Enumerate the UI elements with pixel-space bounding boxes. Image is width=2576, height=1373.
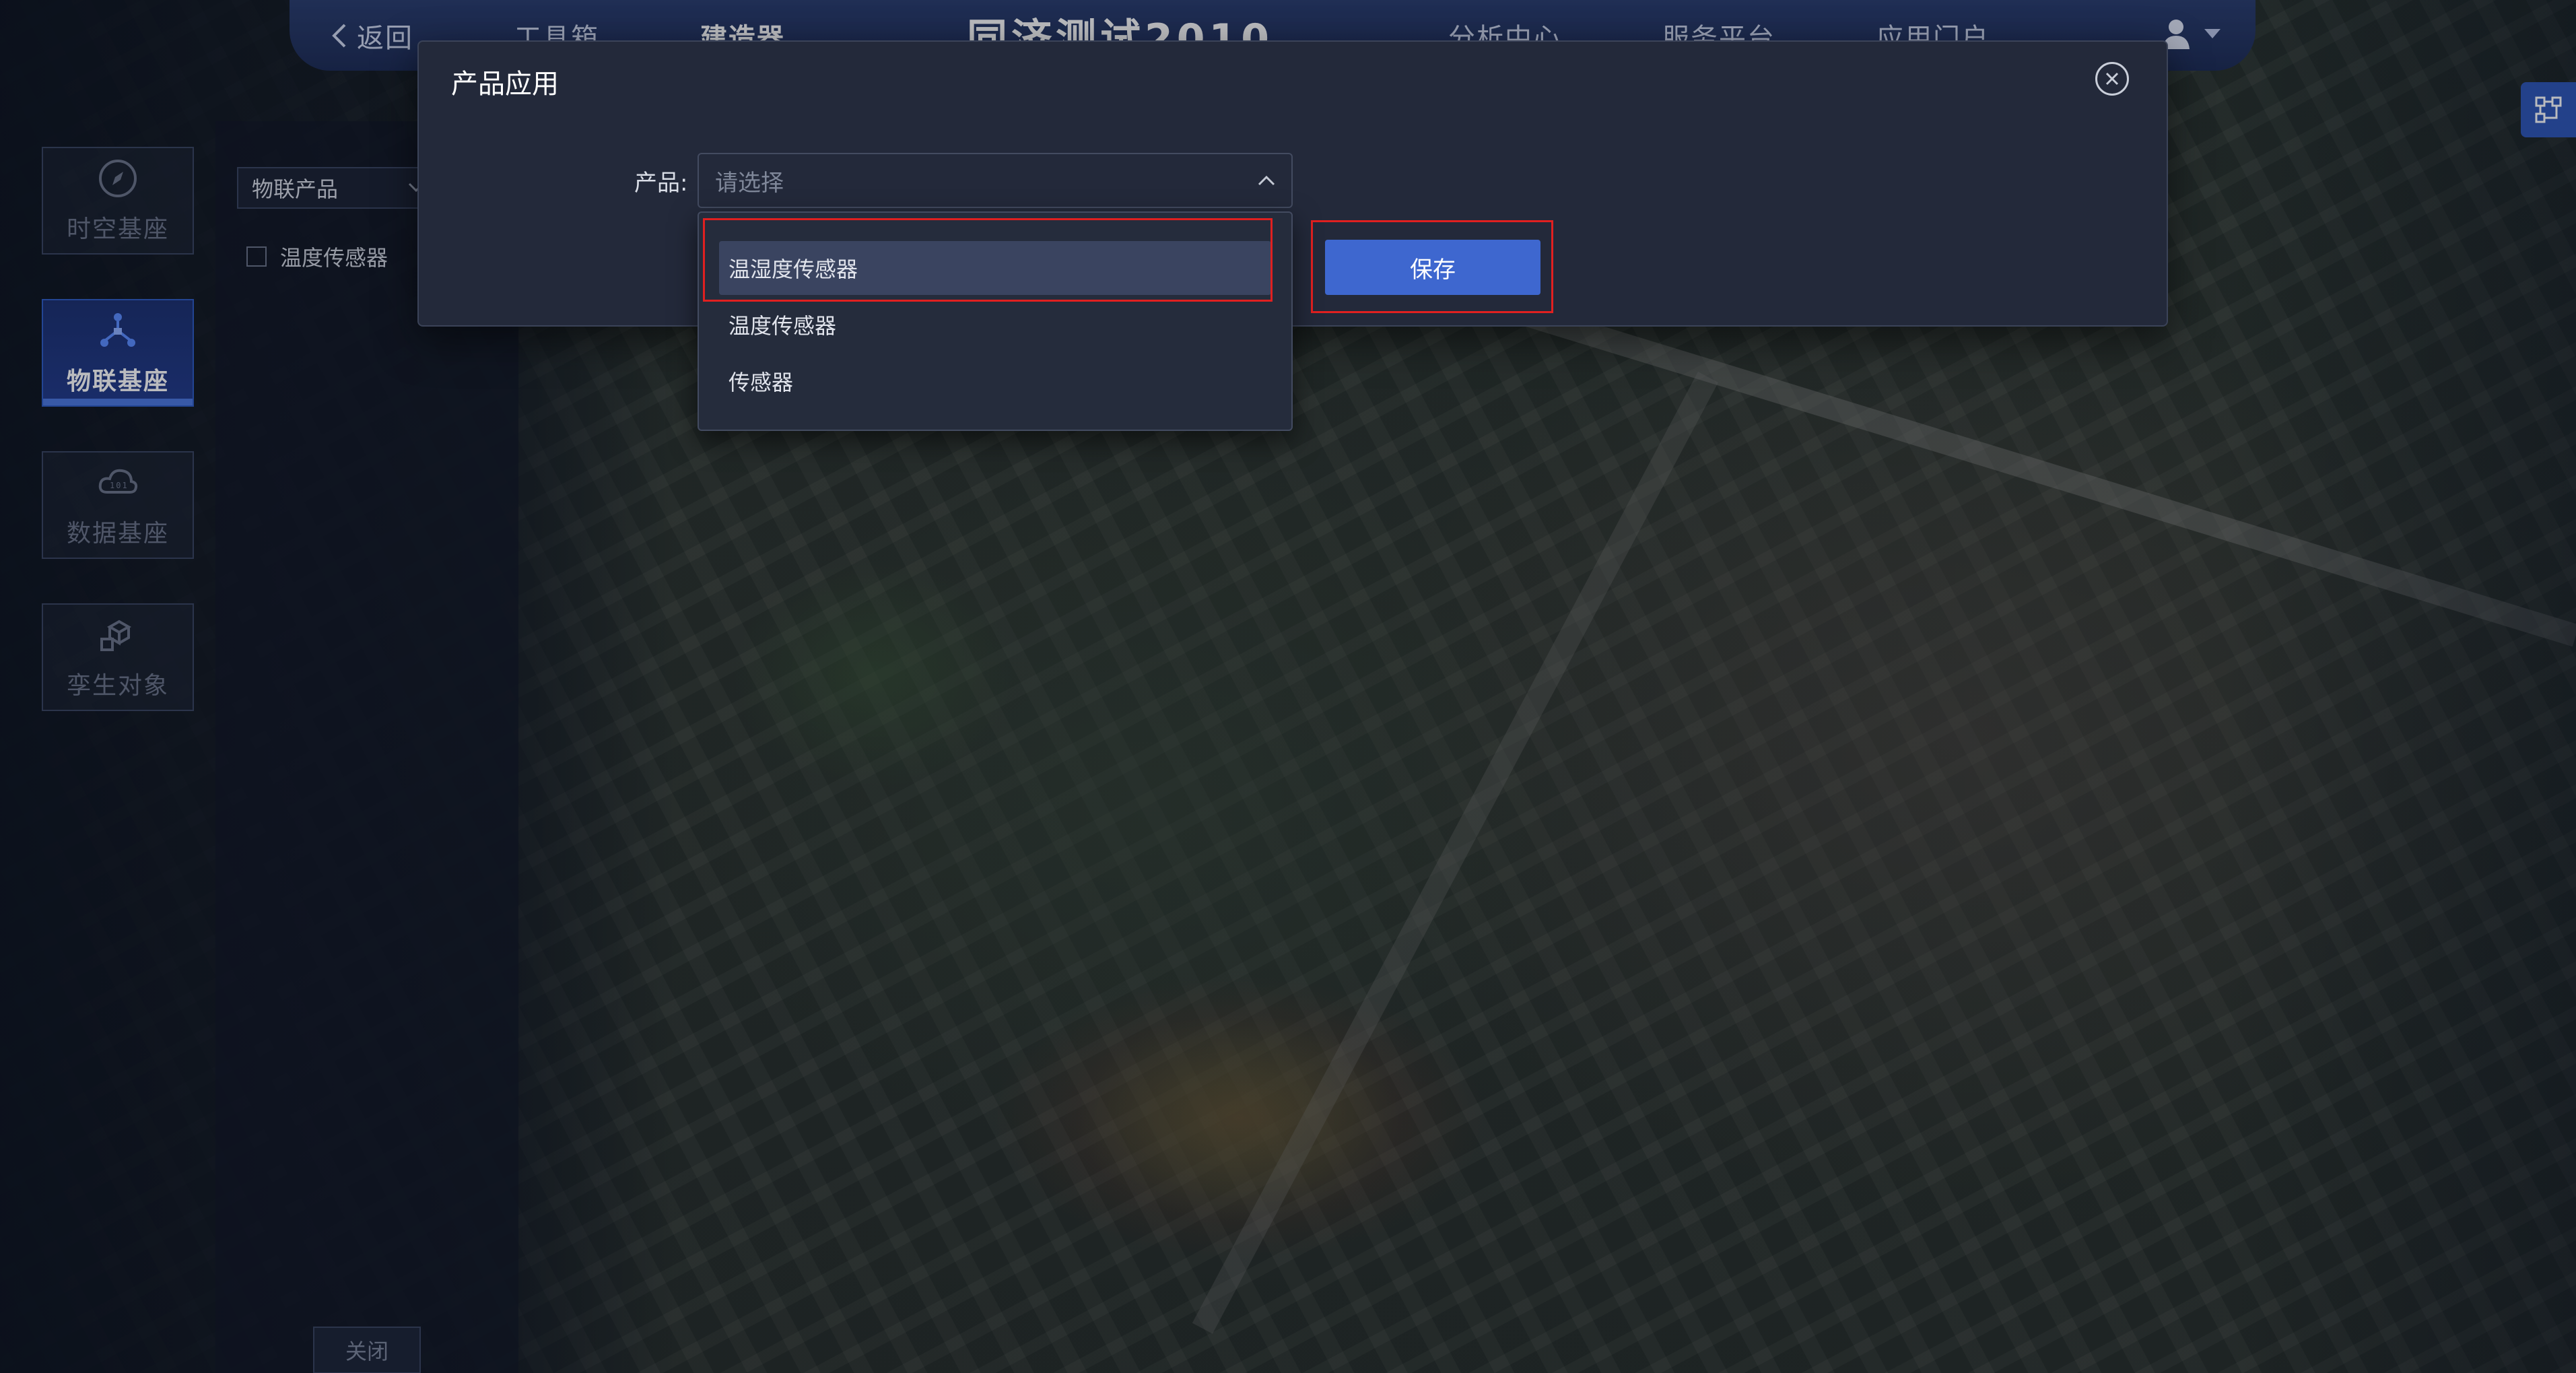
product-select[interactable]: 请选择: [698, 153, 1293, 208]
highlight-box: [703, 218, 1273, 302]
product-apply-dialog: 产品应用 产品: 请选择 保存: [417, 40, 2168, 327]
close-icon: [2105, 72, 2119, 86]
product-label: 产品:: [634, 170, 688, 197]
dialog-title: 产品应用: [451, 69, 559, 100]
product-select-placeholder: 请选择: [715, 169, 784, 197]
highlight-box: [1311, 220, 1553, 313]
chevron-up-icon: [1258, 175, 1275, 186]
dropdown-option-sensor[interactable]: 传感器: [719, 354, 1271, 408]
close-dialog-button[interactable]: [2095, 62, 2129, 96]
dropdown-option-temperature[interactable]: 温度传感器: [719, 298, 1271, 351]
